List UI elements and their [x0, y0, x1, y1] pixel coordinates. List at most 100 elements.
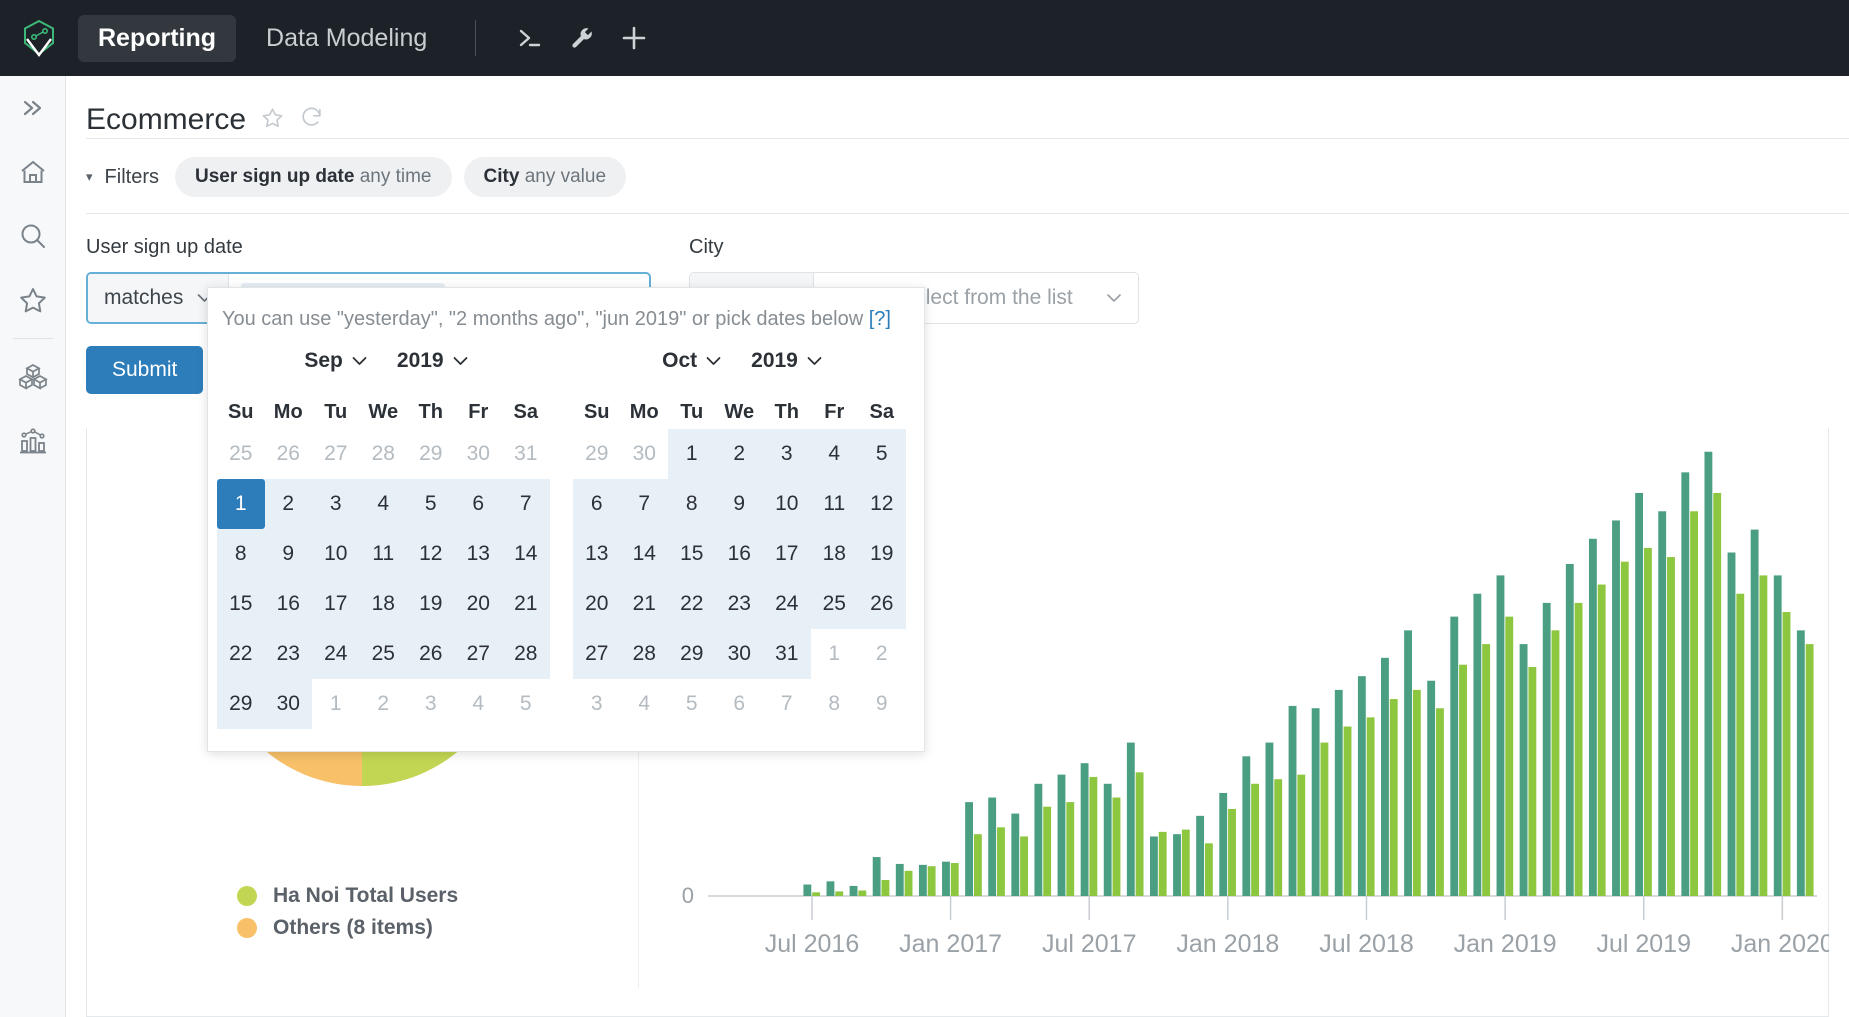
- chart-bar[interactable]: [1297, 775, 1305, 896]
- chart-bar[interactable]: [1089, 777, 1097, 896]
- chart-bar[interactable]: [1505, 617, 1513, 896]
- calendar-day[interactable]: 7: [502, 479, 550, 529]
- chart-bar[interactable]: [1644, 548, 1652, 896]
- chart-bar[interactable]: [965, 802, 973, 896]
- chart-bar[interactable]: [1335, 690, 1343, 896]
- calendar-day[interactable]: 5: [502, 679, 550, 729]
- chart-bar[interactable]: [1182, 830, 1190, 896]
- calendar-day[interactable]: 22: [217, 629, 265, 679]
- calendar-day[interactable]: 21: [502, 579, 550, 629]
- calendar-day[interactable]: 29: [573, 429, 621, 479]
- chart-bar[interactable]: [1598, 585, 1606, 896]
- chart-bar[interactable]: [1242, 756, 1250, 896]
- chart-bar[interactable]: [1266, 743, 1274, 896]
- chart-bar[interactable]: [873, 857, 881, 896]
- filter-chip-user-sign-up-date[interactable]: User sign up date any time: [175, 157, 452, 197]
- tab-reporting[interactable]: Reporting: [78, 15, 236, 62]
- calendar-day[interactable]: 18: [811, 529, 859, 579]
- calendar-day[interactable]: 26: [858, 579, 906, 629]
- chart-bar[interactable]: [835, 891, 843, 896]
- chart-bar[interactable]: [1113, 798, 1121, 896]
- calendar-day[interactable]: 30: [455, 429, 503, 479]
- calendar-day[interactable]: 4: [360, 479, 408, 529]
- calendar-day[interactable]: 11: [360, 529, 408, 579]
- calendar-day[interactable]: 23: [265, 629, 313, 679]
- chart-bar[interactable]: [850, 886, 858, 896]
- calendar-day[interactable]: 1: [312, 679, 360, 729]
- calendar-day[interactable]: 22: [668, 579, 716, 629]
- chart-bar[interactable]: [1196, 816, 1204, 896]
- chart-bar[interactable]: [1081, 763, 1089, 896]
- chart-bar[interactable]: [1450, 617, 1458, 896]
- chart-bar[interactable]: [1806, 644, 1814, 896]
- calendar-day[interactable]: 24: [312, 629, 360, 679]
- submit-button[interactable]: Submit: [86, 346, 203, 394]
- chart-bar[interactable]: [974, 834, 982, 896]
- chart-bar[interactable]: [1552, 630, 1560, 896]
- calendar-day[interactable]: 4: [455, 679, 503, 729]
- chart-bar[interactable]: [1528, 667, 1536, 896]
- wrench-icon[interactable]: [556, 18, 608, 58]
- calendar-day[interactable]: 30: [265, 679, 313, 729]
- sidebar-item-charts[interactable]: [0, 409, 66, 473]
- calendar-day[interactable]: 2: [265, 479, 313, 529]
- calendar-day[interactable]: 5: [668, 679, 716, 729]
- app-logo[interactable]: [0, 19, 78, 57]
- refresh-icon[interactable]: [299, 105, 324, 135]
- calendar-day[interactable]: 3: [573, 679, 621, 729]
- month-select[interactable]: Sep: [304, 349, 367, 373]
- calendar-day[interactable]: 26: [407, 629, 455, 679]
- tab-data-modeling[interactable]: Data Modeling: [246, 15, 447, 62]
- calendar-day[interactable]: 15: [668, 529, 716, 579]
- chart-bar[interactable]: [1713, 493, 1721, 896]
- calendar-day[interactable]: 30: [716, 629, 764, 679]
- chart-bar[interactable]: [1344, 727, 1352, 896]
- expand-sidebar-icon[interactable]: [0, 76, 66, 140]
- chart-bar[interactable]: [1367, 717, 1375, 896]
- chart-bar[interactable]: [1690, 511, 1698, 896]
- calendar-day[interactable]: 28: [621, 629, 669, 679]
- year-select[interactable]: 2019: [397, 349, 468, 373]
- chart-bar[interactable]: [1228, 809, 1236, 896]
- chart-bar[interactable]: [1728, 553, 1736, 897]
- chart-bar[interactable]: [1066, 802, 1074, 896]
- terminal-icon[interactable]: [504, 18, 556, 58]
- calendar-day[interactable]: 28: [502, 629, 550, 679]
- calendar-day[interactable]: 23: [716, 579, 764, 629]
- chart-bar[interactable]: [882, 880, 890, 896]
- year-select[interactable]: 2019: [751, 349, 822, 373]
- calendar-day[interactable]: 19: [858, 529, 906, 579]
- chart-bar[interactable]: [1520, 644, 1528, 896]
- calendar-day[interactable]: 1: [811, 629, 859, 679]
- chart-bar[interactable]: [1043, 807, 1051, 896]
- calendar-day[interactable]: 7: [621, 479, 669, 529]
- sidebar-item-favorites[interactable]: [0, 268, 66, 332]
- date-picker-help-link[interactable]: [?]: [869, 308, 891, 330]
- chart-bar[interactable]: [812, 892, 820, 896]
- chart-bar[interactable]: [1251, 784, 1259, 896]
- calendar-day[interactable]: 16: [716, 529, 764, 579]
- calendar-day[interactable]: 21: [621, 579, 669, 629]
- calendar-day[interactable]: 20: [573, 579, 621, 629]
- calendar-day[interactable]: 27: [312, 429, 360, 479]
- sidebar-item-home[interactable]: [0, 140, 66, 204]
- chart-bar[interactable]: [1459, 665, 1467, 896]
- calendar-day[interactable]: 8: [668, 479, 716, 529]
- chart-bar[interactable]: [1020, 836, 1028, 896]
- calendar-day[interactable]: 3: [312, 479, 360, 529]
- chart-bar[interactable]: [997, 827, 1005, 896]
- calendar-day[interactable]: 30: [621, 429, 669, 479]
- chart-bar[interactable]: [905, 871, 913, 896]
- chart-bar[interactable]: [1127, 743, 1135, 896]
- chart-bar[interactable]: [1436, 708, 1444, 896]
- calendar-day[interactable]: 20: [455, 579, 503, 629]
- calendar-day[interactable]: 9: [858, 679, 906, 729]
- chart-bar[interactable]: [1159, 832, 1167, 896]
- chart-bar[interactable]: [1173, 834, 1181, 896]
- calendar-day[interactable]: 2: [858, 629, 906, 679]
- calendar-day[interactable]: 11: [811, 479, 859, 529]
- calendar-day[interactable]: 29: [407, 429, 455, 479]
- chart-bar[interactable]: [1612, 520, 1620, 896]
- calendar-day[interactable]: 8: [811, 679, 859, 729]
- chart-bar[interactable]: [1774, 575, 1782, 896]
